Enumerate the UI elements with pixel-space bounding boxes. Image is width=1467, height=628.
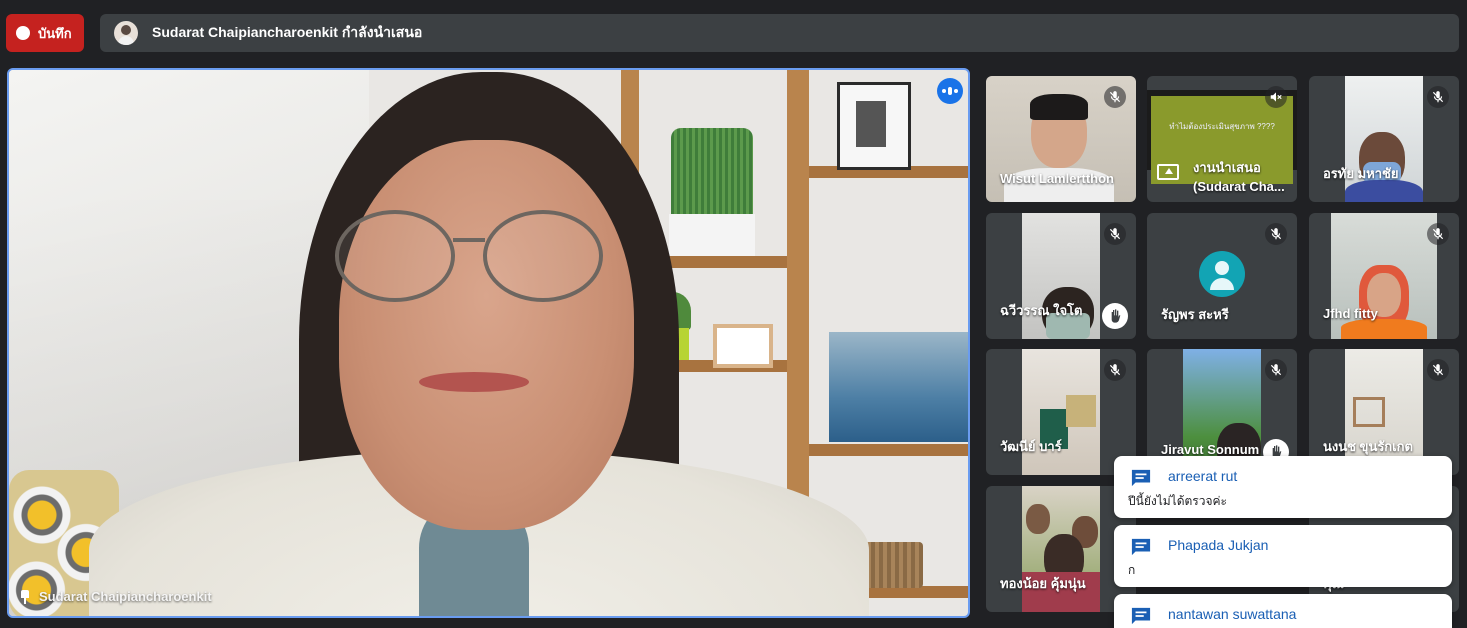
speaking-indicator-icon[interactable] [937, 78, 963, 104]
glasses-right [483, 210, 603, 302]
participant-name: ทองน้อย คุ้มนุ่น [1000, 576, 1086, 591]
present-screen-icon [1157, 164, 1179, 180]
chat-icon [1131, 469, 1151, 487]
small-frame [713, 324, 773, 368]
chat-sender: Phapada Jukjan [1168, 537, 1269, 553]
chat-notification[interactable]: arreerat rut ปีนี้ยังไม่ได้ตรวจค่ะ [1114, 456, 1452, 518]
mic-off-icon [1427, 359, 1449, 381]
slide-text: ทำไมต้องประเมินสุขภาพ ???? [1169, 122, 1275, 131]
chat-message: ปีนี้ยังไม่ได้ตรวจค่ะ [1128, 494, 1227, 508]
ocean-painting [829, 332, 968, 442]
participant-name: วัฒนีย์ บาร์ [1000, 439, 1062, 454]
mic-off-icon [1265, 359, 1287, 381]
chat-icon [1131, 607, 1151, 625]
main-video[interactable]: Sudarat Chaipiancharoenkit [7, 68, 970, 618]
participant-name: อรทัย มหาชัย [1323, 166, 1399, 181]
record-dot-icon [16, 26, 30, 40]
presenting-banner: Sudarat Chaipiancharoenkit กำลังนำเสนอ [100, 14, 1459, 52]
volume-off-icon [1265, 86, 1287, 108]
participant-tile[interactable]: วัฒนีย์ บาร์ [986, 349, 1136, 475]
participant-tile[interactable]: Jfhd fitty [1309, 213, 1459, 339]
presentation-label: งานนำเสนอ [1193, 160, 1261, 175]
chat-notification[interactable]: nantawan suwattana [1114, 594, 1452, 628]
mic-off-icon [1104, 86, 1126, 108]
glasses-bridge [453, 238, 485, 242]
chat-sender: nantawan suwattana [1168, 606, 1297, 622]
chat-sender: arreerat rut [1168, 468, 1238, 484]
participant-name: Wisut Lamlertthon [1000, 171, 1114, 186]
mic-off-icon [1104, 223, 1126, 245]
chat-message: ก [1128, 563, 1136, 577]
main-video-name-label: Sudarat Chaipiancharoenkit [39, 589, 212, 604]
mic-off-icon [1104, 359, 1126, 381]
raised-hand-icon [1102, 303, 1128, 329]
speaker-lips [419, 372, 529, 392]
participant-tile[interactable]: อรทัย มหาชัย [1309, 76, 1459, 202]
mic-off-icon [1427, 86, 1449, 108]
chat-notification[interactable]: Phapada Jukjan ก [1114, 525, 1452, 587]
presentation-owner: (Sudarat Cha... [1193, 179, 1285, 194]
presenter-avatar [114, 21, 138, 45]
plant [671, 128, 753, 218]
participant-name: รัญพร สะหรี [1161, 307, 1229, 322]
participant-avatar [1199, 251, 1245, 297]
plant-pot [669, 214, 755, 256]
pin-icon[interactable] [19, 589, 31, 604]
record-label: บันทึก [38, 25, 72, 41]
picture-frame [837, 82, 911, 170]
participant-name: นงนช ขุนรักเกต [1323, 439, 1413, 454]
chat-icon [1131, 538, 1151, 556]
participant-tile[interactable]: ฉวีวรรณ ใจโต [986, 213, 1136, 339]
presenting-text: Sudarat Chaipiancharoenkit กำลังนำเสนอ [152, 24, 423, 40]
glasses-left [335, 210, 455, 302]
speaker-face [339, 140, 634, 530]
participant-name: ฉวีวรรณ ใจโต [1000, 303, 1083, 318]
participant-tile[interactable]: Wisut Lamlertthon [986, 76, 1136, 202]
participant-name: Jiravut Sonnum [1161, 442, 1260, 457]
mic-off-icon [1427, 223, 1449, 245]
main-video-name: Sudarat Chaipiancharoenkit [19, 589, 212, 604]
participant-tile[interactable]: รัญพร สะหรี [1147, 213, 1297, 339]
record-button[interactable]: บันทึก [6, 14, 84, 52]
mic-off-icon [1265, 223, 1287, 245]
presentation-tile[interactable]: ทำไมต้องประเมินสุขภาพ ???? งานนำเสนอ (Su… [1147, 76, 1297, 202]
shelf-board [809, 444, 968, 456]
participant-name: Jfhd fitty [1323, 306, 1378, 321]
